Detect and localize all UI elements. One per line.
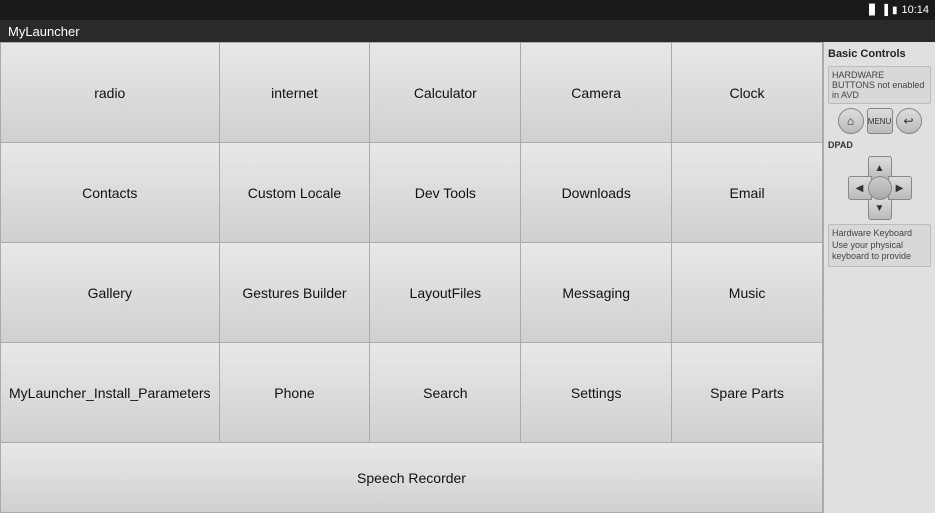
status-bar: ▊ ▐ ▮ 10:14	[0, 0, 935, 20]
app-cell-email[interactable]: Email	[672, 143, 823, 243]
keyboard-note: Use your physical keyboard to provide	[832, 240, 927, 263]
app-cell-radio[interactable]: radio	[1, 43, 220, 143]
app-cell-calculator[interactable]: Calculator	[370, 43, 521, 143]
app-cell-phone[interactable]: Phone	[220, 343, 371, 443]
menu-button[interactable]: MENU	[867, 108, 893, 134]
app-cell-layoutfiles[interactable]: LayoutFiles	[370, 243, 521, 343]
main-content: radio internet Calculator Camera Clock C…	[0, 42, 935, 513]
app-cell-music[interactable]: Music	[672, 243, 823, 343]
home-button[interactable]: ⌂	[838, 108, 864, 134]
app-cell-downloads[interactable]: Downloads	[521, 143, 672, 243]
back-button[interactable]: ↩	[896, 108, 922, 134]
app-cell-spare-parts[interactable]: Spare Parts	[672, 343, 823, 443]
app-cell-messaging[interactable]: Messaging	[521, 243, 672, 343]
panel-title: Basic Controls	[828, 46, 931, 62]
app-cell-speech-recorder[interactable]: Speech Recorder	[0, 443, 823, 513]
dpad-container: ▲ ▼ ◀ ▶	[828, 156, 931, 220]
status-right: ▊ ▐ ▮ 10:14	[869, 4, 929, 16]
app-cell-internet[interactable]: internet	[220, 43, 371, 143]
dpad: ▲ ▼ ◀ ▶	[848, 156, 912, 220]
app-cell-search[interactable]: Search	[370, 343, 521, 443]
title-bar: MyLauncher	[0, 20, 935, 42]
signal-icon: ▐	[881, 5, 888, 16]
app-cell-dev-tools[interactable]: Dev Tools	[370, 143, 521, 243]
keyboard-label: Hardware Keyboard	[832, 228, 927, 240]
keyboard-section: Hardware Keyboard Use your physical keyb…	[828, 224, 931, 267]
control-buttons-row: ⌂ MENU ↩	[828, 108, 931, 134]
dpad-label: DPAD	[828, 140, 931, 150]
app-cell-clock[interactable]: Clock	[672, 43, 823, 143]
dpad-center-button[interactable]	[868, 176, 892, 200]
app-cell-mylauncher-install-parameters[interactable]: MyLauncher_Install_Parameters	[1, 343, 220, 443]
time-display: 10:14	[901, 4, 929, 16]
app-cell-gestures-builder[interactable]: Gestures Builder	[220, 243, 371, 343]
battery-icon: ▮	[892, 5, 898, 16]
wifi-icon: ▊	[869, 5, 877, 16]
app-cell-contacts[interactable]: Contacts	[1, 143, 220, 243]
right-panel: Basic Controls HARDWARE BUTTONS not enab…	[823, 42, 935, 513]
app-grid: radio internet Calculator Camera Clock C…	[0, 42, 823, 443]
app-cell-gallery[interactable]: Gallery	[1, 243, 220, 343]
app-cell-camera[interactable]: Camera	[521, 43, 672, 143]
app-title: MyLauncher	[8, 24, 80, 39]
app-cell-settings[interactable]: Settings	[521, 343, 672, 443]
hardware-buttons-section: HARDWARE BUTTONS not enabled in AVD	[828, 66, 931, 104]
app-grid-container: radio internet Calculator Camera Clock C…	[0, 42, 823, 513]
app-cell-custom-locale[interactable]: Custom Locale	[220, 143, 371, 243]
